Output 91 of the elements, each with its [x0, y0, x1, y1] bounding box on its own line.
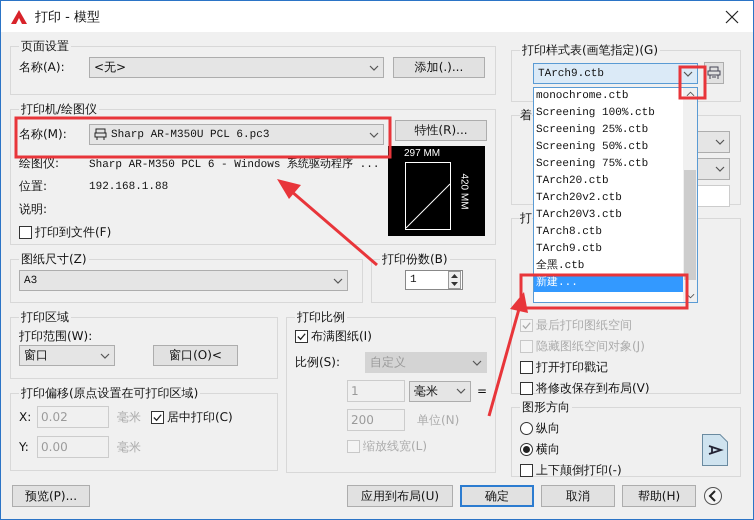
chevron-icon	[369, 132, 379, 138]
checkbox-label: 居中打印(C)	[167, 408, 233, 426]
window-button[interactable]: 窗口(O)<	[153, 345, 238, 366]
dropdown-option[interactable]: monochrome.ctb	[534, 88, 683, 105]
radio-label: 纵向	[536, 420, 560, 437]
page-orientation-icon	[702, 434, 728, 466]
paper-size-dropdown[interactable]: A3	[19, 270, 348, 291]
chevron-icon	[369, 64, 379, 70]
dropdown-option[interactable]: Screening 100%.ctb	[534, 105, 683, 122]
chevron-icon	[333, 278, 343, 284]
plot-range-dropdown[interactable]: 窗口	[19, 345, 115, 366]
chevron-icon	[683, 70, 693, 76]
page-setup-dropdown[interactable]: <无>	[89, 57, 384, 78]
dropdown-option[interactable]: TArch9.ctb	[534, 241, 683, 258]
group-title: 打印机/绘图仪	[20, 101, 98, 118]
sheet-drawing	[405, 162, 451, 230]
unit-label: 毫米	[116, 438, 142, 456]
dialog-button[interactable]: 确定	[460, 485, 534, 507]
collapse-icon[interactable]	[703, 486, 723, 506]
field-label: 名称(M):	[19, 126, 68, 143]
scrollbar[interactable]	[683, 88, 697, 302]
group-title: 页面设置	[20, 38, 70, 55]
field-label: X:	[19, 410, 32, 424]
radio-button[interactable]	[520, 422, 533, 435]
spin-arrows-icon	[448, 271, 461, 289]
field-label: 比例(S):	[295, 354, 342, 371]
field-label: 打印范围(W):	[19, 329, 92, 343]
checkbox-label: 隐藏图纸空间对象(J)	[536, 338, 645, 355]
window-title: 打印 - 模型	[35, 8, 100, 26]
dropdown-option[interactable]: TArch20V3.ctb	[534, 207, 683, 224]
chevron-icon	[715, 166, 725, 172]
printer-icon	[94, 128, 107, 141]
dialog-button[interactable]: 帮助(H)	[622, 485, 696, 507]
checkbox-label: 缩放线宽(L)	[363, 438, 428, 455]
checkbox-label: 将修改保存到布局(V)	[536, 380, 650, 397]
printer-icon	[707, 66, 721, 80]
dropdown-option[interactable]: 全黑.ctb	[534, 258, 683, 275]
chevron-icon	[472, 360, 482, 366]
plot-style-dropdown[interactable]: TArch9.ctb	[533, 63, 698, 84]
group-title: 打印比例	[296, 309, 346, 326]
dropdown-option[interactable]: TArch20v2.ctb	[534, 190, 683, 207]
group-title: 打印样式表(画笔指定)(G)	[521, 42, 660, 59]
radio-button[interactable]	[520, 443, 533, 456]
scroll-up-icon[interactable]	[686, 91, 694, 97]
group-title: 着	[520, 107, 532, 124]
dropdown-option[interactable]: Screening 25%.ctb	[534, 122, 683, 139]
properties-button[interactable]: 特性(R)...	[395, 120, 487, 141]
chevron-icon	[100, 352, 110, 358]
field-label: Y:	[19, 440, 30, 454]
dialog-button[interactable]: 应用到布局(U)	[347, 485, 453, 507]
dropdown-option[interactable]: TArch8.ctb	[534, 224, 683, 241]
equals-sign: =	[476, 384, 487, 398]
group-title: 图形方向	[521, 399, 571, 416]
field-label: 说明:	[19, 201, 48, 218]
field-label: 位置:	[19, 178, 48, 195]
paper-height-label: 420 MM	[458, 173, 470, 210]
printer-dropdown[interactable]: Sharp AR-M350U PCL 6.pc3	[89, 124, 384, 145]
checkbox[interactable]	[520, 361, 533, 374]
dropdown-option[interactable]: Screening 50%.ctb	[534, 139, 683, 156]
checkbox[interactable]	[19, 226, 32, 239]
group-title: 打印份数(B)	[381, 251, 449, 268]
scroll-down-icon[interactable]	[686, 293, 694, 299]
checkbox-label: 上下颠倒打印(-)	[536, 462, 622, 479]
group-title: 打印偏移(原点设置在可打印区域)	[20, 385, 200, 402]
dialog-button[interactable]: 预览(P)...	[12, 485, 90, 507]
checkbox-label: 最后打印图纸空间	[536, 317, 632, 334]
copies-spinner[interactable]: 1	[405, 270, 463, 290]
group-title: 打印区域	[20, 309, 70, 326]
field-label: 名称(A):	[19, 59, 66, 76]
dropdown-option[interactable]: TArch20.ctb	[534, 173, 683, 190]
radio-label: 横向	[536, 441, 560, 458]
close-icon[interactable]	[725, 10, 739, 24]
checkbox-label: 打印到文件(F)	[35, 224, 112, 241]
checkbox[interactable]	[520, 382, 533, 395]
unit-label: 毫米	[116, 408, 142, 426]
app-logo-icon	[11, 10, 27, 24]
checkbox[interactable]	[520, 464, 533, 477]
location-value: 192.168.1.88	[89, 180, 168, 192]
paper-width-label: 297 MM	[404, 148, 440, 159]
plotter-value: Sharp AR-M350 PCL 6 - Windows 系统驱动程序 ...	[89, 158, 380, 171]
checkbox-label: 打开打印戳记	[536, 359, 608, 376]
add-button[interactable]: 添加(.)...	[393, 57, 485, 78]
highlight-box	[678, 66, 706, 100]
checkbox-label: 布满图纸(I)	[311, 328, 372, 345]
group-title: 图纸尺寸(Z)	[20, 251, 88, 268]
dropdown-option[interactable]: Screening 75%.ctb	[534, 156, 683, 173]
group-title: 打	[520, 210, 532, 227]
unit-label: 单位(N)	[416, 412, 460, 428]
dialog-button[interactable]: 取消	[541, 485, 615, 507]
chevron-icon	[715, 139, 725, 145]
chevron-icon	[456, 388, 466, 394]
